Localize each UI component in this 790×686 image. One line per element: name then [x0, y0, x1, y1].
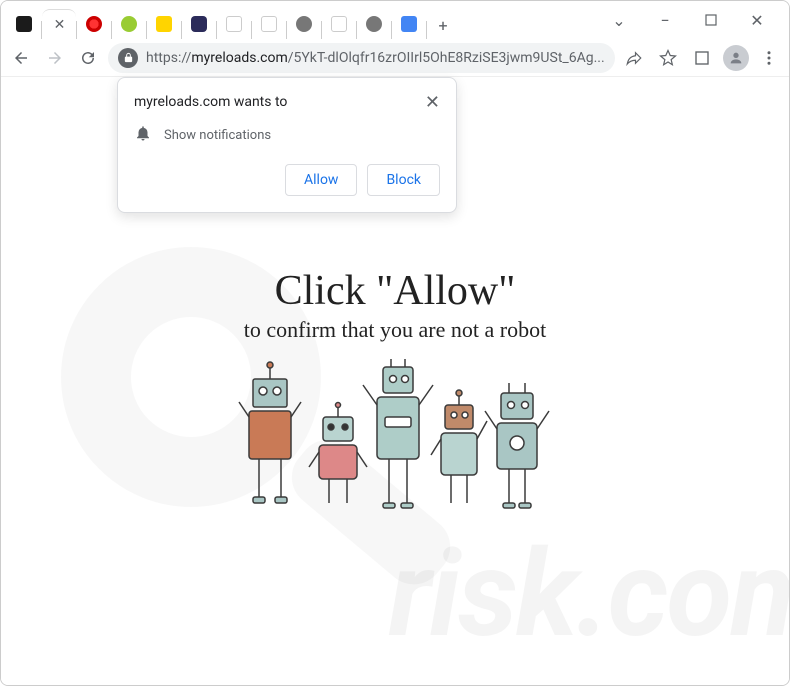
address-bar[interactable]: https://myreloads.com/5YkT-dlOlqfr16zrOI… [108, 43, 615, 73]
minimize-button[interactable]: − [651, 6, 679, 34]
close-tab-icon[interactable]: ✕ [54, 17, 66, 33]
watermark-text: risk.com [389, 525, 790, 665]
kebab-icon [760, 49, 778, 67]
favicon-icon [86, 16, 102, 32]
maximize-icon [705, 14, 717, 26]
tab-item[interactable] [217, 9, 251, 39]
favicon-icon [296, 16, 312, 32]
bell-icon [134, 124, 152, 146]
url-text: https://myreloads.com/5YkT-dlOlqfr16zrOI… [146, 50, 605, 66]
toolbar: https://myreloads.com/5YkT-dlOlqfr16zrOI… [1, 39, 789, 77]
tab-strip: ✕ + [7, 1, 593, 39]
permission-message: Show notifications [164, 128, 271, 143]
tab-item[interactable] [322, 9, 356, 39]
permission-close-button[interactable]: ✕ [425, 94, 440, 112]
block-button[interactable]: Block [367, 164, 440, 196]
tab-item[interactable] [147, 9, 181, 39]
reload-icon [79, 49, 97, 67]
tab-item[interactable] [287, 9, 321, 39]
tab-item-active[interactable]: ✕ [42, 9, 76, 39]
favicon-icon [331, 16, 347, 32]
arrow-right-icon [46, 49, 64, 67]
favicon-icon [226, 16, 242, 32]
lock-icon[interactable] [118, 48, 138, 68]
favicon-icon [16, 16, 32, 32]
titlebar: ✕ + ⌄ − [1, 1, 789, 39]
new-tab-button[interactable]: + [429, 11, 457, 39]
share-button[interactable] [621, 42, 649, 74]
tab-item[interactable] [7, 9, 41, 39]
tab-item[interactable] [112, 9, 146, 39]
page-subheadline: to confirm that you are not a robot [1, 317, 789, 343]
tab-item[interactable] [77, 9, 111, 39]
browser-window: ✕ + ⌄ − [0, 0, 790, 686]
permission-title: myreloads.com wants to [134, 94, 287, 110]
url-host: myreloads.com [191, 50, 287, 66]
favicon-icon [156, 16, 172, 32]
extensions-button[interactable] [688, 42, 716, 74]
allow-button[interactable]: Allow [285, 164, 357, 196]
tab-item[interactable] [392, 9, 426, 39]
page-message: Click "Allow" to confirm that you are no… [1, 267, 789, 343]
page-content: risk.com myreloads.com wants to ✕ Show n… [1, 77, 789, 685]
forward-button[interactable] [41, 42, 69, 74]
favicon-icon [366, 16, 382, 32]
maximize-button[interactable] [697, 6, 725, 34]
favicon-icon [261, 16, 277, 32]
window-dropdown-button[interactable]: ⌄ [605, 6, 633, 34]
padlock-icon [123, 52, 134, 63]
favicon-icon [191, 16, 207, 32]
arrow-left-icon [12, 49, 30, 67]
tab-item[interactable] [182, 9, 216, 39]
tab-item[interactable] [357, 9, 391, 39]
robots-illustration [235, 357, 555, 531]
share-icon [625, 49, 643, 67]
url-protocol: https:// [146, 50, 191, 66]
back-button[interactable] [7, 42, 35, 74]
page-headline: Click "Allow" [1, 267, 789, 315]
window-controls: ⌄ − ✕ [593, 6, 783, 34]
notification-permission-dialog: myreloads.com wants to ✕ Show notificati… [117, 77, 457, 213]
reload-button[interactable] [74, 42, 102, 74]
close-window-button[interactable]: ✕ [743, 6, 771, 34]
puzzle-icon [693, 49, 711, 67]
bookmark-button[interactable] [654, 42, 682, 74]
profile-button[interactable] [722, 42, 750, 74]
url-path: /5YkT-dlOlqfr16zrOIIrl5OhE8RziSE3jwm9USt… [288, 50, 605, 66]
menu-button[interactable] [755, 42, 783, 74]
favicon-icon [121, 16, 137, 32]
favicon-icon [401, 16, 417, 32]
star-icon [659, 49, 677, 67]
tab-item[interactable] [252, 9, 286, 39]
tab-separator [426, 21, 427, 39]
avatar-icon [723, 45, 749, 71]
